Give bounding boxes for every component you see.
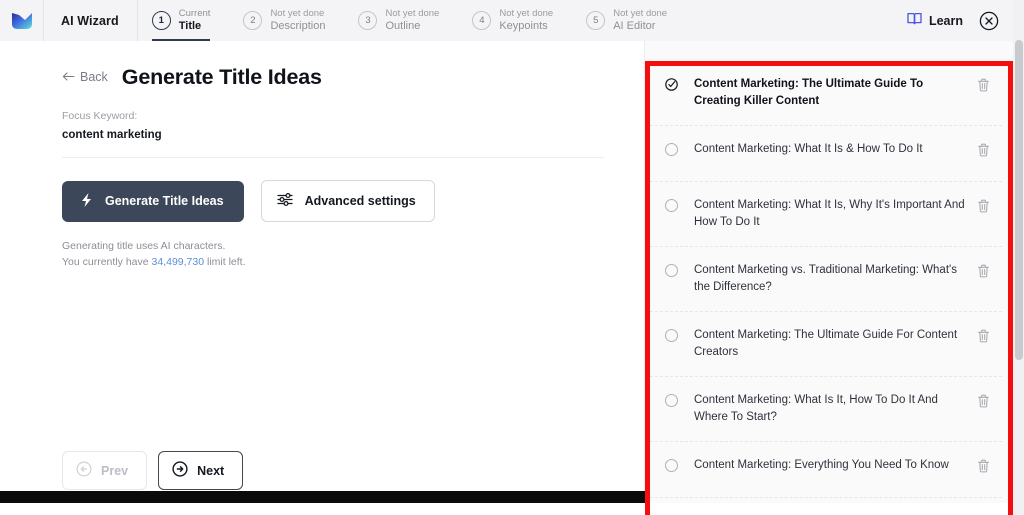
wizard-step-description[interactable]: 2 Not yet done Description [243,0,341,41]
brand-name: AI Wizard [44,0,138,41]
page-header-row: Back Generate Title Ideas [0,41,644,90]
main-content-panel: Back Generate Title Ideas Focus Keyword:… [0,41,645,503]
back-button[interactable]: Back [62,70,108,84]
title-list-item-text: Content Marketing: What Is It, How To Do… [694,393,938,424]
generated-titles-list: Content Marketing: The Ultimate Guide To… [645,61,1002,503]
usage-line-1: Generating title uses AI characters. [62,240,226,252]
title-list-item-text: Content Marketing: What It Is & How To D… [694,142,923,155]
step-name-3: Outline [385,20,421,33]
back-label: Back [80,70,108,84]
trash-icon[interactable] [977,394,990,408]
focus-keyword-value: content marketing [62,129,162,141]
app-logo[interactable] [0,0,44,41]
title-list-item-text: Content Marketing: The Ultimate Guide To… [694,78,924,108]
radio-circle-icon[interactable] [665,393,678,407]
generated-titles-panel: Content Marketing: The Ultimate Guide To… [645,41,1013,503]
step-name-1: Title [178,20,202,33]
prev-label: Prev [101,463,129,478]
title-list-item[interactable]: Content Marketing: The Ultimate Guide Fo… [645,311,1002,377]
focus-keyword-block: Focus Keyword: content marketing [0,90,644,141]
radio-circle-icon[interactable] [665,458,678,472]
wizard-step-keypoints[interactable]: 4 Not yet done Keypoints [472,0,569,41]
app-logo-mark-icon [11,11,33,30]
step-state-5: Not yet done [613,7,668,19]
title-list-item-text: Content Marketing: What It Is, Why It's … [694,198,965,229]
close-circle-icon [979,11,999,35]
generate-title-ideas-label: Generate Title Ideas [105,194,224,208]
ai-wizard-app: AI Wizard 1 Current Title 2 Not yet done… [0,0,1024,515]
trash-icon[interactable] [977,264,990,278]
top-header: AI Wizard 1 Current Title 2 Not yet done… [0,0,1013,41]
focus-keyword-label: Focus Keyword: [62,110,138,122]
advanced-settings-label: Advanced settings [304,194,416,208]
action-buttons-row: Generate Title Ideas Advanced settings [0,141,644,222]
prev-button[interactable]: Prev [62,451,148,490]
usage-note: Generating title uses AI characters. You… [0,222,644,271]
arrow-left-circle-icon [76,461,92,480]
step-number-3: 3 [358,11,378,30]
step-number-4: 4 [472,11,492,30]
page-title: Generate Title Ideas [121,65,322,89]
step-state-1: Current [178,7,211,19]
section-divider [62,157,604,158]
title-list-item-text: Content Marketing: The Ultimate Guide Fo… [694,328,958,359]
radio-circle-icon[interactable] [665,142,678,156]
step-name-2: Description [270,20,326,33]
radio-circle-icon[interactable] [665,328,678,342]
wizard-step-outline[interactable]: 3 Not yet done Outline [358,0,455,41]
radio-circle-icon[interactable] [665,263,678,277]
trash-icon[interactable] [977,78,990,92]
usage-prefix: You currently have [62,256,152,269]
bottom-black-bar [0,491,645,503]
usage-suffix: limit left. [204,256,246,269]
brand-label: AI Wizard [61,13,119,28]
advanced-settings-button[interactable]: Advanced settings [260,180,435,222]
step-state-3: Not yet done [385,7,440,19]
arrow-right-circle-icon [172,461,188,480]
title-list-item[interactable]: Content Marketing: Everything You Need T… [645,441,1002,498]
page-scrollbar-thumb[interactable] [1015,40,1023,360]
trash-icon[interactable] [977,143,990,157]
lightning-bolt-icon [79,192,94,211]
step-number-2: 2 [243,11,263,30]
trash-icon[interactable] [977,329,990,343]
learn-label: Learn [928,13,963,28]
generate-title-ideas-button[interactable]: Generate Title Ideas [62,180,244,222]
title-list-item-text: Content Marketing vs. Traditional Market… [694,263,957,294]
usage-line-2: You currently have 34,499,730 limit left… [62,254,644,270]
title-list-item[interactable]: Content Marketing: What It Is & How To D… [645,125,1002,182]
radio-circle-icon[interactable] [665,198,678,212]
close-button[interactable] [979,11,999,31]
title-list-item[interactable]: Content Marketing: What It Is, Why It's … [645,181,1002,247]
wizard-step-title[interactable]: 1 Current Title [151,0,227,41]
step-state-4: Not yet done [499,7,554,19]
arrow-left-icon [62,70,75,84]
title-list-item[interactable]: Content Marketing: The Ultimate Guide To… [645,61,1002,126]
step-name-4: Keypoints [499,20,548,33]
wizard-step-ai-editor[interactable]: 5 Not yet done AI Editor [586,0,683,41]
title-list-item[interactable]: Content Marketing vs. Traditional Market… [645,246,1002,312]
sliders-icon [276,192,294,210]
wizard-footer-nav: Prev Next [62,451,244,490]
learn-button[interactable]: Learn [907,12,963,30]
title-list-item[interactable]: Content Marketing: What Is It, How To Do… [645,376,1002,442]
step-state-2: Not yet done [270,7,325,19]
next-label: Next [197,463,225,478]
trash-icon[interactable] [977,199,990,213]
trash-icon[interactable] [977,459,990,473]
usage-limit-value: 34,499,730 [151,256,205,269]
check-circle-icon[interactable] [665,78,678,91]
step-number-1: 1 [151,11,171,30]
title-list-item-text: Content Marketing: Everything You Need T… [694,458,949,471]
book-icon [907,12,922,30]
wizard-steps: 1 Current Title 2 Not yet done Descripti… [138,0,1013,41]
step-number-5: 5 [586,11,606,30]
step-name-5: AI Editor [613,20,656,33]
header-actions: Learn [907,0,1013,41]
next-button[interactable]: Next [158,451,244,490]
